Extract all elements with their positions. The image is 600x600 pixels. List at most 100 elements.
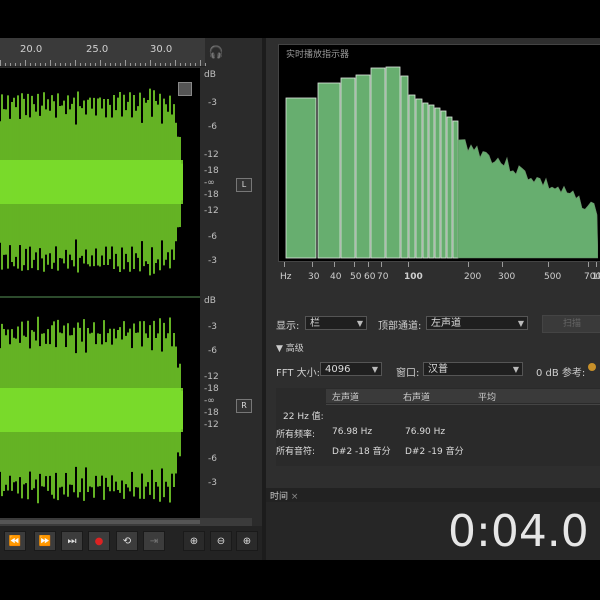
close-icon[interactable]: × — [291, 492, 299, 502]
left-channel-waveform[interactable] — [0, 68, 200, 296]
zero-db-ref-label: 0 dB 参考: — [536, 368, 586, 379]
ruler-tick — [105, 63, 106, 66]
ruler-tick — [115, 63, 116, 66]
display-label: 显示: — [276, 321, 300, 332]
fft-size-dropdown[interactable]: 4096 ▼ — [320, 362, 382, 376]
ruler-tick — [75, 60, 76, 66]
channel-left-badge[interactable]: L — [236, 178, 252, 192]
ruler-tick — [140, 63, 141, 66]
frequency-tick-label: 50 — [350, 272, 362, 282]
ruler-tick — [100, 60, 101, 66]
fft-size-label: FFT 大小: — [276, 368, 320, 379]
db-tick: -18 — [204, 166, 219, 176]
display-dropdown[interactable]: 栏 ▼ — [305, 316, 367, 330]
chevron-down-icon: ▼ — [517, 319, 524, 328]
db-tick: -3 — [208, 98, 217, 108]
ruler-tick — [175, 60, 176, 66]
db-tick: -6 — [208, 346, 217, 356]
loop-button[interactable]: ⟲ — [116, 531, 138, 551]
ruler-tick — [160, 63, 161, 66]
frequency-tick-label: Hz — [280, 272, 292, 282]
db-scale-right: dB -3 -6 -12 -18 -∞ -18 -12 -6 -3 — [200, 296, 230, 520]
advanced-label: 高级 — [285, 344, 304, 354]
table-cell: 76.90 Hz — [405, 427, 446, 437]
ruler-tick — [155, 63, 156, 66]
ruler-tick — [80, 63, 81, 66]
spectrum-bar — [452, 120, 459, 259]
ruler-tick — [15, 63, 16, 66]
top-channel-value: 左声道 — [431, 318, 461, 329]
zoom-out-amplitude-icon[interactable]: ⊖ — [210, 531, 232, 551]
waveform-left-svg — [0, 88, 183, 276]
header-average: 平均 — [478, 393, 497, 403]
ruler-tick — [110, 63, 111, 66]
frequency-tick-label: 500 — [544, 272, 562, 282]
spectrum-bar — [285, 97, 317, 259]
ruler-tick — [35, 63, 36, 66]
table-cell: D#2 -19 音分 — [405, 447, 464, 457]
spectrum-bar — [370, 67, 386, 259]
ruler-tick — [145, 63, 146, 66]
frequency-tick — [354, 262, 355, 267]
zero-db-ref-value[interactable] — [588, 363, 596, 371]
fast-forward-button[interactable]: ⏩ — [34, 531, 56, 551]
ruler-tick — [70, 63, 71, 66]
db-tick: -∞ — [204, 178, 215, 188]
frequency-tick — [368, 262, 369, 267]
advanced-toggle[interactable]: ▼ 高级 — [276, 341, 304, 354]
ruler-tick — [30, 63, 31, 66]
spectrum-bar — [408, 94, 416, 259]
time-panel-header — [266, 488, 600, 502]
frequency-tick — [408, 262, 409, 267]
window-dropdown[interactable]: 汉普 ▼ — [423, 362, 523, 376]
right-channel-waveform[interactable] — [0, 296, 200, 522]
frequency-tick — [588, 262, 589, 267]
skip-to-end-button[interactable]: ⏭ — [61, 531, 83, 551]
header-left-channel: 左声道 — [332, 393, 360, 403]
ruler-tick — [25, 60, 26, 66]
spectrum-bar — [440, 110, 447, 259]
bottom-bar — [0, 560, 600, 600]
frequency-tick — [468, 262, 469, 267]
ruler-tick — [195, 63, 196, 66]
db-tick: -12 — [204, 150, 219, 160]
table-cell: 76.98 Hz — [332, 427, 373, 437]
record-button[interactable]: ● — [88, 531, 110, 551]
header-right-channel: 右声道 — [403, 393, 431, 403]
frequency-tick-label: 1k — [592, 272, 600, 282]
tab-time[interactable]: 时间 × — [270, 489, 298, 502]
table-cell: D#2 -18 音分 — [332, 447, 391, 457]
top-channel-dropdown[interactable]: 左声道 ▼ — [426, 316, 528, 330]
window-label: 窗口: — [396, 368, 420, 379]
tab-time-label: 时间 — [270, 492, 289, 502]
spectrum-bar — [340, 77, 356, 259]
db-tick: -18 — [204, 408, 219, 418]
corner-expand-icon[interactable] — [178, 82, 192, 96]
frequency-tick-label: 30 — [308, 272, 320, 282]
spectrum-bar — [434, 107, 441, 259]
rewind-button[interactable]: ⏪ — [4, 531, 26, 551]
zoom-in-amplitude-icon[interactable]: ⊕ — [183, 531, 205, 551]
ruler-label: 25.0 — [86, 44, 109, 55]
time-ruler[interactable]: 20.0 25.0 30.0 — [0, 38, 206, 67]
spectrum-bar — [415, 98, 423, 259]
headphones-icon[interactable]: 🎧 — [206, 38, 226, 66]
scan-button[interactable]: 扫描 — [542, 315, 600, 333]
db-tick: -18 — [204, 384, 219, 394]
zoom-in-time-icon[interactable]: ⊕ — [236, 531, 258, 551]
row-label: 所有音符: — [276, 447, 316, 457]
ruler-label: 30.0 — [150, 44, 173, 55]
ruler-tick — [20, 63, 21, 66]
frequency-tick-label: 100 — [404, 272, 423, 282]
ruler-tick — [50, 60, 51, 66]
window-value: 汉普 — [428, 364, 448, 375]
ruler-tick — [125, 60, 126, 66]
pitch-table-header — [326, 389, 600, 403]
db-tick: -12 — [204, 420, 219, 430]
frequency-tick — [284, 262, 285, 267]
ruler-tick — [165, 63, 166, 66]
scrollbar-thumb[interactable] — [0, 520, 200, 524]
db-tick: -6 — [208, 232, 217, 242]
channel-right-badge[interactable]: R — [236, 399, 252, 413]
skip-selection-button[interactable]: ⇥ — [143, 531, 165, 551]
